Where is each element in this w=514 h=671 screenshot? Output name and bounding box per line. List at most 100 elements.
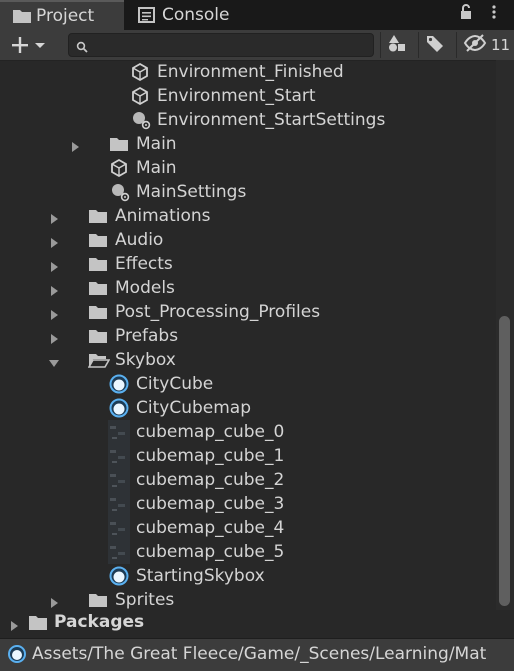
tree-item-label: cubemap_cube_1 — [136, 446, 285, 466]
folder-icon — [109, 134, 129, 154]
scrollbar-thumb[interactable] — [499, 316, 510, 606]
material-icon — [109, 374, 129, 394]
chevron-right-icon[interactable] — [48, 306, 60, 320]
lock-icon[interactable] — [456, 4, 476, 24]
texture-icon — [108, 468, 130, 492]
status-bar: Assets/The Great Fleece/Game/_Scenes/Lea… — [0, 638, 514, 671]
material-icon — [109, 398, 129, 418]
tag-icon — [425, 33, 445, 57]
folder-open-icon — [87, 350, 111, 370]
tree-item-label: cubemap_cube_3 — [136, 494, 285, 514]
tree-row[interactable]: cubemap_cube_3 — [0, 492, 496, 516]
material-icon — [8, 645, 26, 663]
tree-row[interactable]: Post_Processing_Profiles — [0, 300, 496, 324]
tree-row[interactable]: CityCube — [0, 372, 496, 396]
tree-item-label: cubemap_cube_5 — [136, 542, 285, 562]
chevron-right-icon[interactable] — [48, 330, 60, 344]
tree-row[interactable]: cubemap_cube_4 — [0, 516, 496, 540]
chevron-right-icon[interactable] — [48, 594, 60, 608]
folder-icon — [88, 590, 108, 610]
tree-row[interactable]: Prefabs — [0, 324, 496, 348]
console-icon — [138, 7, 158, 23]
tree-item-label: Packages — [54, 612, 145, 632]
search-by-label-button[interactable] — [418, 32, 451, 58]
create-button[interactable] — [8, 33, 52, 57]
tree-item-label: Post_Processing_Profiles — [115, 302, 321, 322]
lighting-settings-icon — [130, 110, 151, 130]
tree-item-label: cubemap_cube_4 — [136, 518, 285, 538]
tree-row[interactable]: Skybox — [0, 348, 496, 372]
folder-icon — [12, 8, 32, 24]
folder-icon — [28, 613, 48, 635]
tab-label: Project — [36, 6, 95, 26]
eye-slash-icon — [463, 34, 487, 56]
tree-row[interactable]: Environment_Finished — [0, 60, 496, 84]
tree-row[interactable]: CityCubemap — [0, 396, 496, 420]
search-field[interactable] — [68, 33, 374, 57]
tab-label: Console — [162, 5, 230, 25]
folder-icon — [88, 302, 108, 322]
tree-item-label: MainSettings — [136, 182, 247, 202]
texture-icon — [108, 420, 130, 444]
tree-row[interactable]: Main — [0, 132, 496, 156]
tab-project[interactable]: Project — [0, 0, 124, 30]
folder-icon — [88, 326, 108, 346]
tree-row[interactable]: cubemap_cube_2 — [0, 468, 496, 492]
tree-item-label: Environment_Start — [157, 86, 316, 106]
selected-asset-path: Assets/The Great Fleece/Game/_Scenes/Lea… — [32, 644, 487, 664]
chevron-right-icon[interactable] — [48, 258, 60, 272]
folder-icon — [88, 254, 108, 274]
tree-item-label: Main — [136, 134, 177, 154]
folder-icon — [88, 230, 108, 250]
tree-row[interactable]: StartingSkybox — [0, 564, 496, 588]
tree-row[interactable]: cubemap_cube_0 — [0, 420, 496, 444]
tree-item-label: Animations — [115, 206, 211, 226]
tree-row[interactable]: MainSettings — [0, 180, 496, 204]
unity-scene-icon — [130, 86, 150, 106]
tab-console[interactable]: Console — [126, 0, 276, 30]
tree-item-label: Skybox — [115, 350, 176, 370]
tree-row-packages[interactable]: Packages — [0, 610, 514, 636]
chevron-down-icon[interactable] — [48, 354, 60, 367]
tree-item-label: StartingSkybox — [136, 566, 265, 586]
project-tree: Environment_Finished Environment_Start Env… — [0, 60, 496, 610]
tree-item-label: Models — [115, 278, 175, 298]
tree-row[interactable]: Main — [0, 156, 496, 180]
vertical-scrollbar[interactable] — [496, 60, 514, 610]
tree-item-label: cubemap_cube_0 — [136, 422, 285, 442]
texture-icon — [108, 516, 130, 540]
tree-item-label: CityCube — [136, 374, 214, 394]
search-by-type-button[interactable] — [380, 32, 413, 58]
window-tab-bar: Project Console — [0, 0, 514, 30]
tree-row[interactable]: Models — [0, 276, 496, 300]
chevron-right-icon[interactable] — [48, 234, 60, 248]
project-toolbar: 11 — [0, 30, 514, 61]
tree-item-label: Environment_Finished — [157, 62, 344, 82]
tree-row[interactable]: cubemap_cube_1 — [0, 444, 496, 468]
folder-icon — [88, 206, 108, 226]
folder-icon — [88, 278, 108, 298]
texture-icon — [108, 492, 130, 516]
chevron-right-icon[interactable] — [69, 138, 81, 152]
tree-item-label: Audio — [115, 230, 164, 250]
tree-row[interactable]: cubemap_cube_5 — [0, 540, 496, 564]
tree-row[interactable]: Effects — [0, 252, 496, 276]
hidden-packages-toggle[interactable]: 11 — [456, 32, 514, 58]
shapes-icon — [387, 33, 407, 57]
tree-item-label: Environment_StartSettings — [157, 110, 386, 130]
unity-scene-icon — [109, 158, 129, 178]
search-input[interactable] — [93, 35, 367, 55]
tree-row[interactable]: Environment_Start — [0, 84, 496, 108]
unity-scene-icon — [130, 62, 150, 82]
more-options-icon[interactable] — [484, 4, 504, 24]
tree-item-label: Effects — [115, 254, 173, 274]
chevron-right-icon[interactable] — [48, 210, 60, 224]
chevron-right-icon[interactable] — [48, 282, 60, 296]
tree-item-label: Sprites — [115, 590, 175, 610]
tree-row[interactable]: Environment_StartSettings — [0, 108, 496, 132]
tree-row[interactable]: Audio — [0, 228, 496, 252]
chevron-right-icon[interactable] — [8, 617, 20, 636]
tree-row[interactable]: Animations — [0, 204, 496, 228]
hidden-count: 11 — [491, 36, 511, 54]
tree-row[interactable]: Sprites — [0, 588, 496, 610]
